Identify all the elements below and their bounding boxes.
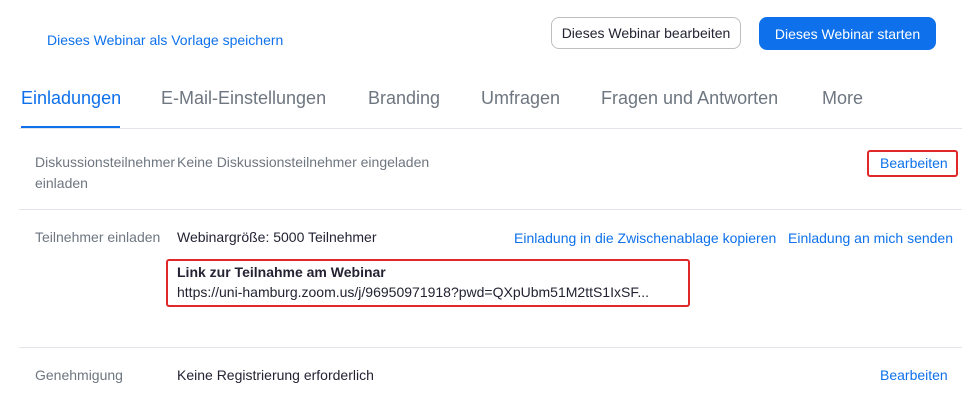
row-divider-2 bbox=[19, 347, 962, 348]
save-as-template-link[interactable]: Dieses Webinar als Vorlage speichern bbox=[47, 32, 283, 48]
join-link-url[interactable]: https://uni-hamburg.zoom.us/j/9695097191… bbox=[177, 282, 649, 303]
copy-invitation-link[interactable]: Einladung in die Zwischenablage kopieren bbox=[514, 230, 776, 246]
start-webinar-button[interactable]: Dieses Webinar starten bbox=[759, 17, 936, 50]
approval-label: Genehmigung bbox=[35, 367, 123, 383]
tab-email-settings[interactable]: E-Mail-Einstellungen bbox=[161, 88, 326, 109]
tabs-divider bbox=[19, 128, 962, 129]
join-link-title: Link zur Teilnahme am Webinar bbox=[177, 264, 386, 280]
tab-more[interactable]: More bbox=[822, 88, 863, 109]
row-divider-1 bbox=[19, 209, 962, 210]
tab-invitations[interactable]: Einladungen bbox=[21, 88, 121, 109]
approval-edit-link[interactable]: Bearbeiten bbox=[880, 367, 948, 383]
approval-value: Keine Registrierung erforderlich bbox=[177, 367, 374, 383]
panelists-label-line1: Diskussionsteilnehmer bbox=[35, 154, 176, 170]
webinar-size: Webinargröße: 5000 Teilnehmer bbox=[177, 229, 377, 245]
edit-webinar-button[interactable]: Dieses Webinar bearbeiten bbox=[551, 17, 741, 49]
tab-polls[interactable]: Umfragen bbox=[481, 88, 560, 109]
panelists-edit-link[interactable]: Bearbeiten bbox=[880, 155, 948, 171]
tab-q-and-a[interactable]: Fragen und Antworten bbox=[601, 88, 778, 109]
panelists-value: Keine Diskussionsteilnehmer eingeladen bbox=[177, 154, 430, 170]
panelists-label-line2: einladen bbox=[35, 175, 88, 191]
tab-branding[interactable]: Branding bbox=[368, 88, 440, 109]
attendees-label: Teilnehmer einladen bbox=[35, 229, 161, 245]
send-invitation-link[interactable]: Einladung an mich senden bbox=[788, 230, 953, 246]
panelists-label: Diskussionsteilnehmer einladen bbox=[35, 152, 175, 194]
